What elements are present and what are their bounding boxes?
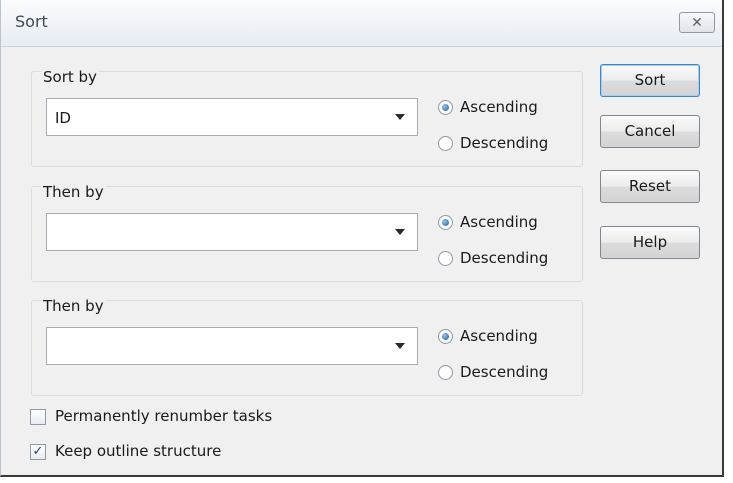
keep-outline-label: Keep outline structure [55, 442, 222, 460]
renumber-tasks-label: Permanently renumber tasks [55, 407, 273, 425]
radio-unselected-icon[interactable] [438, 365, 453, 380]
dialog-title: Sort [15, 12, 48, 31]
title-bar: Sort ✕ [1, 0, 722, 47]
then-by-2-descending-label: Descending [460, 363, 549, 381]
sort-by-descending-label: Descending [460, 134, 549, 152]
then-by-1-descending-label: Descending [460, 249, 549, 267]
sort-by-ascending-label: Ascending [460, 98, 538, 116]
then-by-group-2: Then by Ascending Descending [31, 297, 583, 396]
dropdown-arrow-icon[interactable] [395, 343, 405, 349]
renumber-tasks-checkbox[interactable] [30, 409, 46, 425]
radio-unselected-icon[interactable] [438, 136, 453, 151]
then-by-field-select-2[interactable] [46, 327, 418, 365]
sort-by-field-select[interactable]: ID [46, 98, 418, 136]
then-by-1-ascending-label: Ascending [460, 213, 538, 231]
cancel-button[interactable]: Cancel [600, 115, 700, 148]
close-icon: ✕ [691, 15, 703, 31]
radio-selected-icon[interactable] [438, 215, 453, 230]
sort-by-group: Sort by ID Ascending Descending [31, 68, 583, 167]
sort-dialog: Sort ✕ Sort by ID Ascending Descending T… [0, 0, 724, 477]
then-by-label-2: Then by [41, 297, 106, 315]
then-by-field-select-1[interactable] [46, 213, 418, 251]
radio-unselected-icon[interactable] [438, 251, 453, 266]
then-by-group-1: Then by Ascending Descending [31, 183, 583, 282]
sort-button[interactable]: Sort [600, 64, 700, 97]
keep-outline-checkbox[interactable]: ✓ [30, 444, 46, 460]
close-button[interactable]: ✕ [679, 12, 715, 33]
sort-by-field-value: ID [55, 109, 71, 127]
then-by-label-1: Then by [41, 183, 106, 201]
radio-selected-icon[interactable] [438, 329, 453, 344]
dropdown-arrow-icon[interactable] [395, 114, 405, 120]
radio-selected-icon[interactable] [438, 100, 453, 115]
help-button[interactable]: Help [600, 226, 700, 259]
dropdown-arrow-icon[interactable] [395, 229, 405, 235]
then-by-2-ascending-label: Ascending [460, 327, 538, 345]
sort-by-label: Sort by [41, 68, 99, 86]
reset-button[interactable]: Reset [600, 170, 700, 203]
